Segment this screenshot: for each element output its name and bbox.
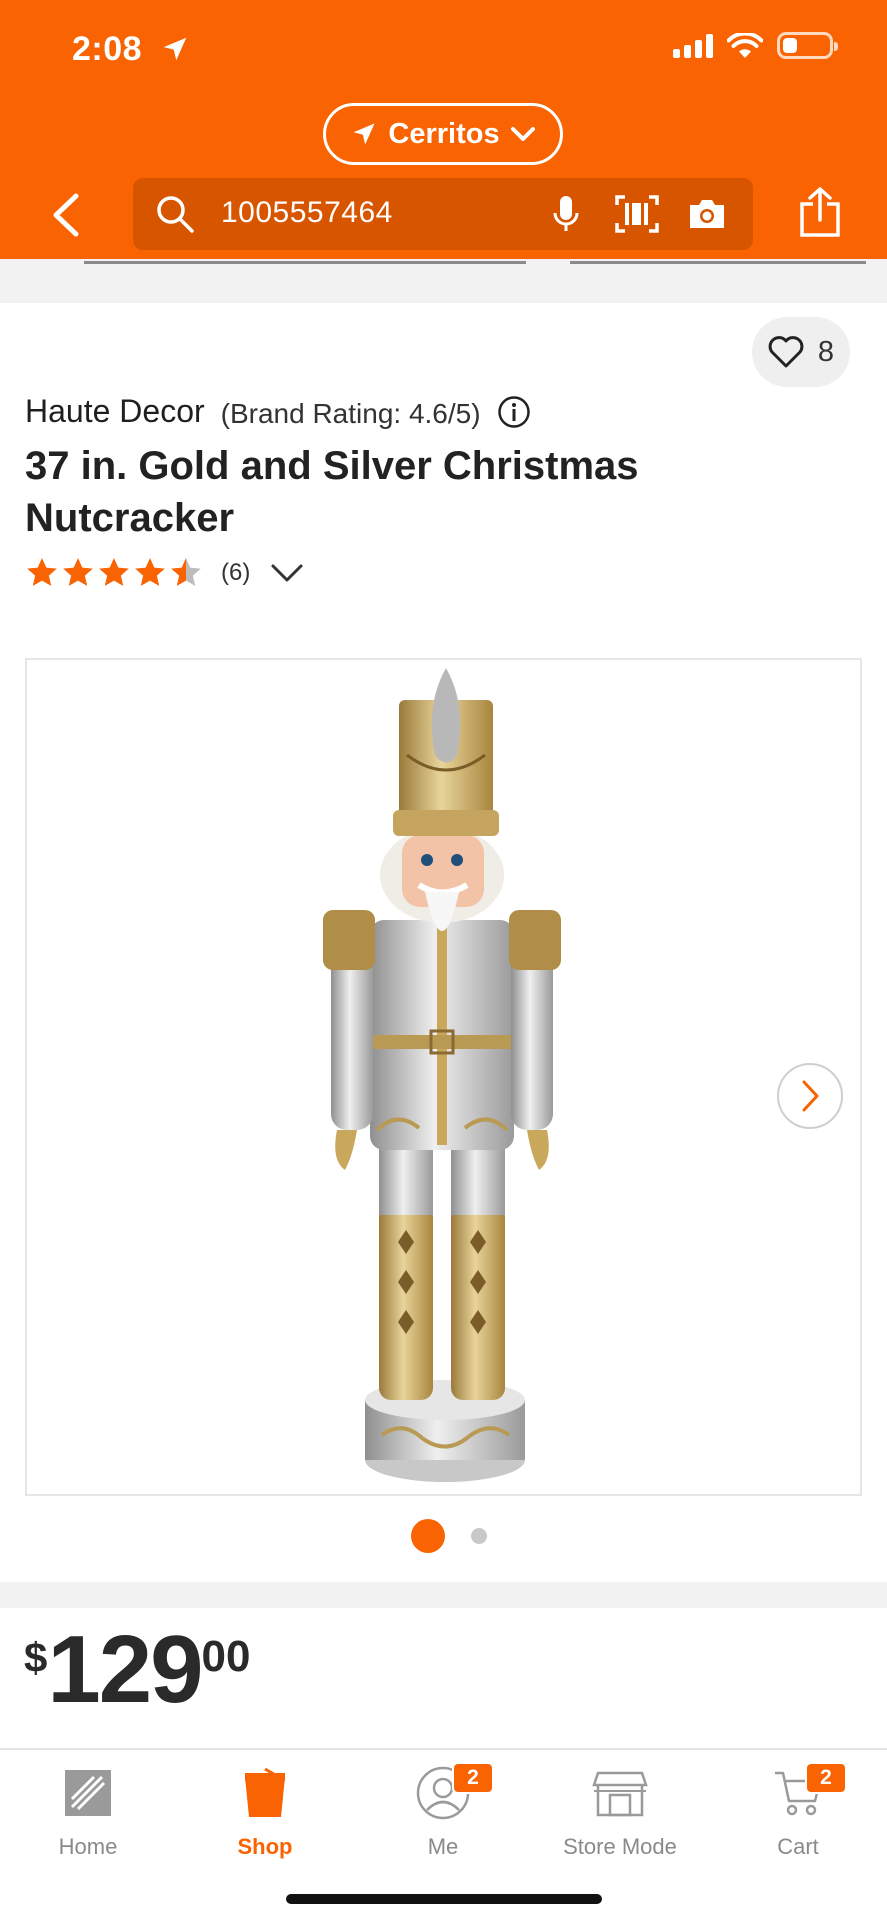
pagination-dot[interactable] xyxy=(470,1528,487,1544)
section-divider xyxy=(0,1582,887,1608)
me-badge: 2 xyxy=(452,1762,494,1794)
chevron-right-icon xyxy=(802,1080,819,1112)
app-header: 2:08 Cerritos 1005557464 xyxy=(0,0,887,259)
status-indicators xyxy=(673,32,838,59)
product-title: 37 in. Gold and Silver Christmas Nutcrac… xyxy=(25,444,639,540)
store-icon xyxy=(592,1771,648,1817)
cellular-signal-icon xyxy=(673,33,713,58)
wifi-icon xyxy=(727,32,763,58)
tab-label: Cart xyxy=(777,1834,819,1859)
pagination-dot[interactable] xyxy=(410,1519,445,1553)
nutcracker-product-image xyxy=(323,668,561,1482)
battery-low-icon xyxy=(777,32,838,59)
tab-cart[interactable]: 2 Cart xyxy=(718,1762,878,1860)
star-icon xyxy=(27,558,57,586)
brand-name[interactable]: Haute Decor xyxy=(25,393,205,430)
location-arrow-icon xyxy=(353,123,375,145)
star-icon xyxy=(63,558,93,586)
chevron-down-icon xyxy=(510,127,535,141)
tab-label: Shop xyxy=(237,1834,293,1859)
next-image-button[interactable] xyxy=(777,1063,843,1129)
carousel-pagination xyxy=(0,1519,887,1553)
store-name: Cerritos xyxy=(388,117,500,150)
scrolled-content-strip xyxy=(0,259,887,303)
favorite-button[interactable]: 8 xyxy=(752,317,850,387)
search-icon xyxy=(157,196,194,233)
info-icon[interactable] xyxy=(497,395,531,429)
share-icon[interactable] xyxy=(798,186,842,238)
cart-badge: 2 xyxy=(805,1762,847,1794)
favorite-count: 8 xyxy=(817,335,835,368)
barcode-icon[interactable] xyxy=(615,195,659,233)
star-rating xyxy=(25,556,203,590)
divider xyxy=(84,261,526,264)
price-cents: 00 xyxy=(201,1632,251,1681)
camera-icon[interactable] xyxy=(687,197,727,231)
shop-bucket-icon xyxy=(245,1767,285,1817)
tab-store-mode[interactable]: Store Mode xyxy=(540,1762,700,1860)
tab-home[interactable]: Home xyxy=(8,1762,168,1860)
status-time: 2:08 xyxy=(72,30,143,68)
brand-row: Haute Decor (Brand Rating: 4.6/5) xyxy=(25,393,531,430)
heart-icon xyxy=(768,336,804,368)
home-indicator[interactable] xyxy=(286,1894,602,1904)
product-image-carousel[interactable] xyxy=(25,658,862,1496)
brand-rating: (Brand Rating: 4.6/5) xyxy=(220,397,481,429)
review-count: (6) xyxy=(221,559,251,586)
mic-icon[interactable] xyxy=(553,195,579,233)
star-icon xyxy=(171,558,201,586)
search-input[interactable]: 1005557464 xyxy=(133,178,753,250)
divider xyxy=(570,261,866,264)
price-currency: $ xyxy=(24,1634,48,1681)
price: $ 129 00 xyxy=(24,1620,250,1720)
tab-shop[interactable]: Shop xyxy=(185,1762,345,1860)
rating-row[interactable]: (6) xyxy=(25,556,304,590)
tab-label: Me xyxy=(427,1834,459,1859)
back-chevron-icon[interactable] xyxy=(46,190,86,240)
location-arrow-icon xyxy=(163,37,187,61)
tab-label: Store Mode xyxy=(563,1834,677,1859)
tab-me[interactable]: 2 Me xyxy=(363,1762,523,1860)
star-icon xyxy=(99,558,129,586)
store-selector[interactable]: Cerritos xyxy=(323,103,563,165)
tab-label: Home xyxy=(58,1834,118,1859)
price-dollars: 129 xyxy=(47,1616,203,1723)
home-depot-logo-icon xyxy=(65,1770,111,1816)
chevron-down-icon[interactable] xyxy=(270,562,304,584)
search-value: 1005557464 xyxy=(221,196,393,229)
star-icon xyxy=(135,558,165,586)
